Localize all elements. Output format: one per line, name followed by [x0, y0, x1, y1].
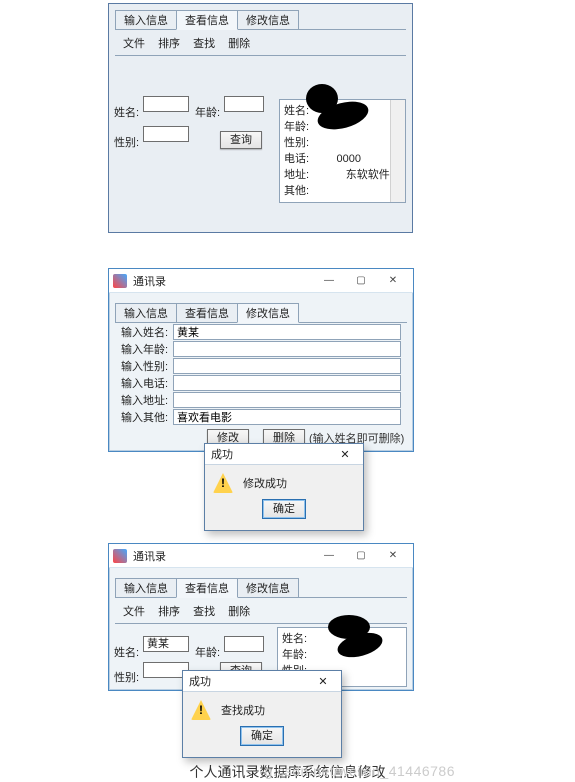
window-view: 通讯录 ― ▢ ✕ 输入信息 查看信息 修改信息 文件 排序 查找 删除 姓名:…	[108, 543, 414, 691]
dialog-title: 成功	[189, 673, 211, 689]
window-edit: 通讯录 ― ▢ ✕ 输入信息 查看信息 修改信息 输入姓名: 输入年龄: 输入性…	[108, 268, 414, 452]
name-label: 输入姓名:	[121, 324, 173, 340]
maximize-button[interactable]: ▢	[345, 271, 377, 291]
tab-edit[interactable]: 修改信息	[237, 303, 299, 323]
search-button[interactable]: 查询	[220, 131, 262, 149]
panel-view-1: 输入信息 查看信息 修改信息 文件 排序 查找 删除 姓名: 年龄: 性别: 查…	[108, 3, 413, 233]
tab-input[interactable]: 输入信息	[115, 578, 177, 598]
dialog-close-button[interactable]: ✕	[333, 448, 357, 461]
tab-edit[interactable]: 修改信息	[237, 578, 299, 598]
app-title: 通讯录	[133, 548, 313, 564]
addr-input[interactable]	[173, 392, 401, 408]
maximize-button[interactable]: ▢	[345, 546, 377, 566]
tab-input[interactable]: 输入信息	[115, 303, 177, 323]
name-input[interactable]: 黄某	[143, 636, 189, 652]
age-input[interactable]	[224, 636, 264, 652]
success-dialog: 成功 ✕ 修改成功 确定	[204, 443, 364, 531]
menu-del[interactable]: 删除	[228, 38, 250, 50]
name-label: 姓名:	[114, 104, 139, 120]
menu-find[interactable]: 查找	[193, 606, 215, 618]
close-button[interactable]: ✕	[377, 271, 409, 291]
other-label: 输入其他:	[121, 409, 173, 425]
tab-view[interactable]: 查看信息	[176, 578, 238, 598]
age-input[interactable]	[173, 341, 401, 357]
title-bar: 通讯录 ― ▢ ✕	[109, 544, 413, 568]
dialog-close-button[interactable]: ✕	[311, 675, 335, 688]
age-input[interactable]	[224, 96, 264, 112]
gender-label: 输入性别:	[121, 358, 173, 374]
tabs: 输入信息 查看信息 修改信息	[115, 10, 412, 30]
name-label: 姓名:	[114, 644, 139, 660]
gender-input[interactable]	[173, 358, 401, 374]
name-input[interactable]	[143, 96, 189, 112]
name-input[interactable]	[173, 324, 401, 340]
warning-icon	[213, 473, 233, 493]
warning-icon	[191, 700, 211, 720]
scrollbar[interactable]	[390, 100, 405, 202]
age-label: 输入年龄:	[121, 341, 173, 357]
close-button[interactable]: ✕	[377, 546, 409, 566]
phone-input[interactable]	[173, 375, 401, 391]
tabs: 输入信息 查看信息 修改信息	[115, 578, 413, 598]
age-label: 年龄:	[195, 644, 220, 660]
menu-file[interactable]: 文件	[123, 38, 145, 50]
minimize-button[interactable]: ―	[313, 546, 345, 566]
dialog-ok-button[interactable]: 确定	[240, 726, 284, 746]
addr-label: 输入地址:	[121, 392, 173, 408]
tab-edit[interactable]: 修改信息	[237, 10, 299, 30]
dialog-title: 成功	[211, 446, 233, 462]
gender-label: 性别:	[114, 669, 139, 685]
app-title: 通讯录	[133, 273, 313, 289]
app-icon	[113, 274, 127, 288]
tab-view[interactable]: 查看信息	[176, 10, 238, 30]
menubar: 文件 排序 查找 删除	[123, 35, 412, 51]
gender-label: 性别:	[114, 134, 139, 150]
dialog-message: 查找成功	[221, 702, 265, 718]
menu-del[interactable]: 删除	[228, 606, 250, 618]
menu-find[interactable]: 查找	[193, 38, 215, 50]
success-dialog: 成功 ✕ 查找成功 确定	[182, 670, 342, 758]
menu-sort[interactable]: 排序	[158, 606, 180, 618]
app-icon	[113, 549, 127, 563]
menu-file[interactable]: 文件	[123, 606, 145, 618]
dialog-message: 修改成功	[243, 475, 287, 491]
dialog-ok-button[interactable]: 确定	[262, 499, 306, 519]
tab-input[interactable]: 输入信息	[115, 10, 177, 30]
title-bar: 通讯录 ― ▢ ✕	[109, 269, 413, 293]
age-label: 年龄:	[195, 104, 220, 120]
minimize-button[interactable]: ―	[313, 271, 345, 291]
phone-label: 输入电话:	[121, 375, 173, 391]
tabs: 输入信息 查看信息 修改信息	[115, 303, 413, 323]
tab-view[interactable]: 查看信息	[176, 303, 238, 323]
menu-sort[interactable]: 排序	[158, 38, 180, 50]
watermark: g.csdn.net/weixin_41446786	[265, 763, 455, 779]
other-input[interactable]	[173, 409, 401, 425]
menubar: 文件 排序 查找 删除	[123, 603, 413, 619]
gender-input[interactable]	[143, 126, 189, 142]
